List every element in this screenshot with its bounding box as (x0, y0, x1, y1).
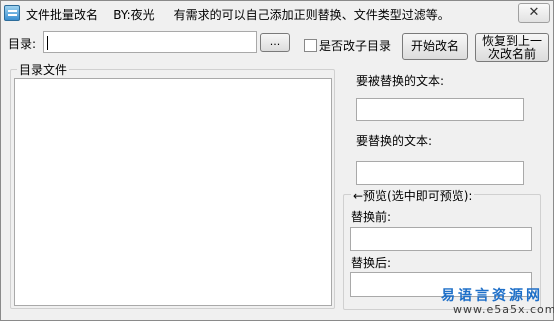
directory-label: 目录: (8, 37, 37, 51)
file-list[interactable] (14, 78, 332, 306)
directory-input[interactable] (43, 31, 257, 53)
preview-group-title: ←预览(选中即可预览): (351, 187, 475, 204)
close-button[interactable]: ✕ (518, 3, 550, 23)
main-window: 文件批量改名 BY:夜光 有需求的可以自己添加正则替换、文件类型过滤等。 ✕ 目… (0, 0, 554, 321)
restore-button[interactable]: 恢复到上一 次改名前 (475, 33, 549, 62)
before-preview-field[interactable] (350, 227, 532, 251)
site-watermark: 易语言资源网 www.e5a5x.com (425, 279, 554, 319)
file-list-group-title: 目录文件 (17, 61, 70, 78)
start-rename-button[interactable]: 开始改名 (402, 33, 468, 60)
app-icon (4, 5, 20, 21)
title-bar: 文件批量改名 BY:夜光 有需求的可以自己添加正则替换、文件类型过滤等。 ✕ (1, 1, 553, 27)
watermark-site-name: 易语言资源网 (441, 288, 543, 304)
browse-button[interactable]: ... (260, 33, 290, 52)
start-rename-label: 开始改名 (410, 39, 459, 53)
text-caret (47, 36, 48, 50)
replace-text-label: 要替换的文本: (356, 134, 433, 148)
subdir-checkbox[interactable] (304, 39, 317, 52)
find-text-input[interactable] (356, 98, 524, 121)
subdir-checkbox-label[interactable]: 是否改子目录 (319, 37, 391, 54)
after-label: 替换后: (351, 256, 392, 270)
restore-label-line2: 次改名前 (487, 47, 536, 61)
before-label: 替换前: (351, 210, 392, 224)
replace-text-input[interactable] (356, 161, 524, 185)
watermark-url: www.e5a5x.com (453, 303, 554, 316)
find-text-label: 要被替换的文本: (356, 74, 445, 88)
window-title: 文件批量改名 BY:夜光 有需求的可以自己添加正则替换、文件类型过滤等。 (26, 8, 450, 22)
